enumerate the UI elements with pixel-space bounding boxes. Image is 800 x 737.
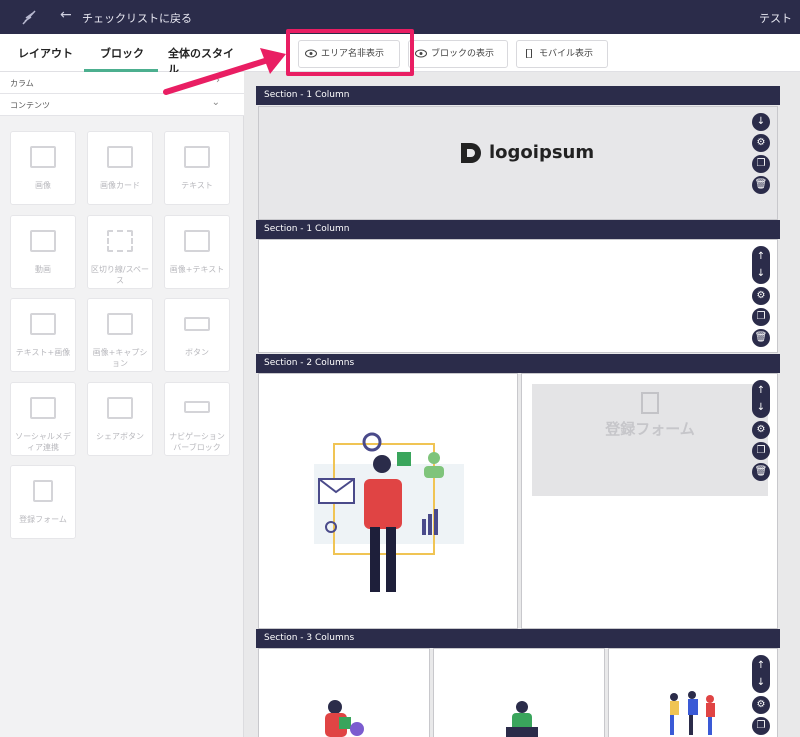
column-2[interactable]: [433, 648, 605, 737]
column-3[interactable]: ↑ ↓ ⚙ ❐: [608, 648, 778, 737]
block-label: シェアボタン: [96, 432, 144, 441]
feather-logo-icon[interactable]: [20, 8, 38, 26]
navbar-icon: [184, 401, 210, 413]
logoipsum-mark-icon: [461, 143, 481, 163]
image-caption-icon: [107, 313, 133, 335]
gear-icon[interactable]: ⚙: [752, 421, 770, 439]
block-signup-form[interactable]: 登録フォーム: [10, 465, 76, 539]
form-label: 登録フォーム: [605, 420, 695, 438]
video-icon: [30, 230, 56, 252]
image-icon: [30, 146, 56, 168]
block-social-media[interactable]: ソーシャルメディア連携: [10, 382, 76, 456]
divider-icon: [107, 230, 133, 252]
logo-image: logoipsum: [459, 140, 594, 166]
block-button[interactable]: ボタン: [164, 298, 230, 372]
block-label: 画像+テキスト: [169, 265, 225, 274]
move-up-down-icon[interactable]: ↑ ↓: [752, 655, 770, 693]
block-share-button[interactable]: シェアボタン: [87, 382, 153, 456]
block-label: ボタン: [185, 348, 209, 357]
copy-icon[interactable]: ❐: [752, 155, 770, 173]
button-icon: [184, 317, 210, 331]
block-text-image[interactable]: テキスト+画像: [10, 298, 76, 372]
block-label: テキスト+画像: [15, 348, 71, 357]
test-link[interactable]: テスト: [759, 10, 792, 26]
trash-icon[interactable]: 🗑: [752, 329, 770, 347]
block-image-text[interactable]: 画像+テキスト: [164, 215, 230, 289]
back-to-checklist-link[interactable]: チェックリストに戻る: [82, 10, 192, 26]
section-controls: ↑ ↓ ⚙ ❐: [752, 655, 772, 737]
section-body[interactable]: logoipsum ↓ ⚙ ❐ 🗑: [258, 106, 778, 220]
sidebar: レイアウト ブロック 全体のスタイル カラム › コンテンツ ⌄ 画像 画像カー…: [0, 34, 244, 737]
block-label: 画像カード: [100, 181, 140, 190]
block-video[interactable]: 動画: [10, 215, 76, 289]
text-icon: [184, 146, 210, 168]
tab-block[interactable]: ブロック: [100, 45, 144, 61]
column-form[interactable]: 登録フォーム ↑ ↓ ⚙ ❐ 🗑: [521, 373, 778, 629]
block-label: 画像: [35, 181, 51, 190]
move-up-down-icon[interactable]: ↑ ↓: [752, 246, 770, 284]
block-divider[interactable]: 区切り線/スペース: [87, 215, 153, 289]
gear-icon[interactable]: ⚙: [752, 134, 770, 152]
block-label: ナビゲーションバーブロック: [169, 432, 225, 452]
section-controls: ↑ ↓ ⚙ ❐ 🗑: [752, 246, 772, 350]
category-label: コンテンツ: [10, 101, 50, 110]
copy-icon[interactable]: ❐: [752, 442, 770, 460]
section-controls: ↑ ↓ ⚙ ❐ 🗑: [752, 380, 772, 484]
editor-canvas: Section - 1 Column logoipsum ↓ ⚙ ❐ 🗑 Sec…: [256, 86, 780, 737]
image-card-icon: [107, 146, 133, 168]
section-header: Section - 2 Columns: [256, 354, 780, 373]
block-navbar[interactable]: ナビゲーションバーブロック: [164, 382, 230, 456]
image-text-icon: [184, 230, 210, 252]
gear-icon[interactable]: ⚙: [752, 287, 770, 305]
business-person-illustration: [314, 432, 464, 592]
person-illustration: [325, 700, 364, 737]
tab-layout[interactable]: レイアウト: [18, 45, 73, 61]
form-icon: [33, 480, 53, 502]
block-label: 画像+キャプション: [92, 348, 148, 368]
eye-icon: [415, 49, 427, 58]
block-label: 区切り線/スペース: [90, 265, 150, 285]
annotation-highlight-box: [286, 29, 414, 76]
section-header: Section - 3 Columns: [256, 629, 780, 648]
block-label: ソーシャルメディア連携: [15, 432, 71, 452]
section-header: Section - 1 Column: [256, 220, 780, 239]
section-body[interactable]: ↑ ↓ ⚙ ❐ 🗑: [258, 239, 778, 353]
block-label: テキスト: [181, 181, 213, 190]
signup-form-placeholder[interactable]: 登録フォーム: [532, 384, 768, 496]
column-1[interactable]: [258, 648, 430, 737]
text-image-icon: [30, 313, 56, 335]
back-arrow-icon[interactable]: ←: [60, 7, 72, 23]
mobile-icon: [526, 49, 532, 58]
form-icon: [641, 392, 659, 414]
button-label: ブロックの表示: [431, 49, 495, 59]
section-header: Section - 1 Column: [256, 86, 780, 105]
trash-icon[interactable]: 🗑: [752, 176, 770, 194]
gear-icon[interactable]: ⚙: [752, 696, 770, 714]
copy-icon[interactable]: ❐: [752, 308, 770, 326]
block-image[interactable]: 画像: [10, 131, 76, 205]
button-label: モバイル表示: [539, 49, 594, 59]
block-label: 登録フォーム: [19, 515, 67, 524]
share-button-icon: [107, 397, 133, 419]
team-illustration: [670, 691, 715, 735]
laptop-person-illustration: [506, 701, 538, 737]
move-up-down-icon[interactable]: ↑ ↓: [752, 380, 770, 418]
section-controls: ↓ ⚙ ❐ 🗑: [752, 113, 772, 197]
block-image-caption[interactable]: 画像+キャプション: [87, 298, 153, 372]
block-text[interactable]: テキスト: [164, 131, 230, 205]
logo-text: logoipsum: [489, 142, 595, 163]
social-media-icon: [30, 397, 56, 419]
category-label: カラム: [10, 79, 34, 88]
trash-icon[interactable]: 🗑: [752, 463, 770, 481]
show-block-button[interactable]: ブロックの表示: [408, 40, 508, 68]
block-label: 動画: [35, 265, 51, 274]
move-down-icon[interactable]: ↓: [752, 113, 770, 131]
mobile-view-button[interactable]: モバイル表示: [516, 40, 608, 68]
block-image-card[interactable]: 画像カード: [87, 131, 153, 205]
copy-icon[interactable]: ❐: [752, 717, 770, 735]
column-illustration[interactable]: [258, 373, 518, 629]
